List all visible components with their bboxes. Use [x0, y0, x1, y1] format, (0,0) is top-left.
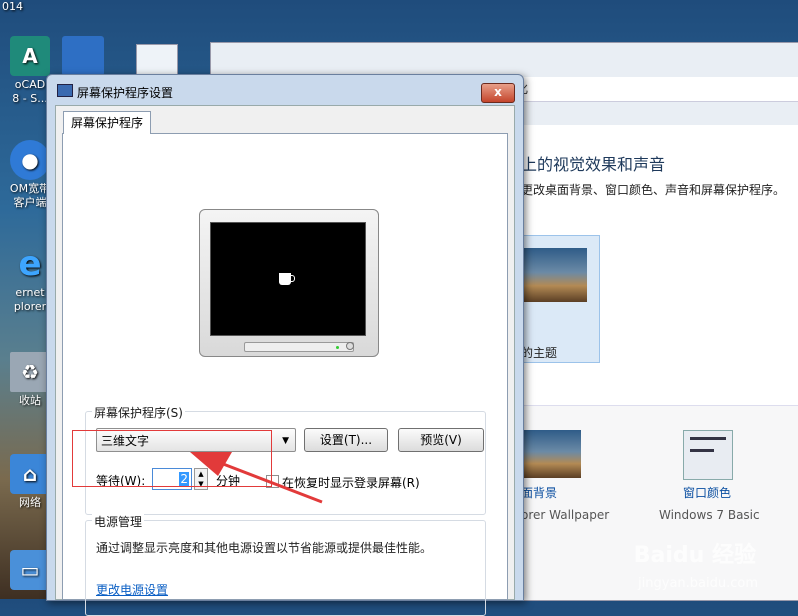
monitor-preview — [199, 209, 379, 357]
resume-logon-label[interactable]: 在恢复时显示登录屏幕(R) — [282, 474, 420, 491]
baidu-watermark: Baidu 经验 — [633, 543, 756, 568]
change-power-settings-link[interactable]: 更改电源设置 — [96, 581, 168, 598]
recycle-bin-icon: ♻ — [10, 352, 50, 392]
preview-screen — [210, 222, 366, 336]
network-icon: ⌂ — [10, 454, 50, 494]
tab-screen-saver[interactable]: 屏幕保护程序 — [63, 111, 152, 134]
internet-explorer-icon: e — [18, 244, 42, 284]
theme-label: 的主题 — [521, 346, 558, 360]
power-group-label: 电源管理 — [92, 513, 145, 530]
mug-icon — [279, 273, 295, 285]
shortcut-app-icon[interactable] — [62, 36, 104, 76]
desktop-background-value: orer Wallpaper — [521, 508, 610, 522]
annotation-highlight-box — [72, 430, 272, 487]
dialog-body: 屏幕保护程序 屏幕保护程序(S) 三维文字 ▼ 设置(T)... 预览(V) 等… — [55, 105, 515, 616]
window-color-thumbnail[interactable] — [683, 430, 733, 480]
baidu-watermark-url: jingyan.baidu.com — [638, 576, 758, 591]
page-heading: 上的视觉效果和声音 — [521, 155, 666, 174]
tab-panel: 屏幕保护程序(S) 三维文字 ▼ 设置(T)... 预览(V) 等待(W): 2… — [62, 133, 508, 616]
power-led-icon — [336, 346, 339, 349]
settings-button[interactable]: 设置(T)... — [304, 428, 388, 452]
window-color-value: Windows 7 Basic — [659, 508, 760, 522]
close-button[interactable]: x — [481, 83, 515, 103]
screen-saver-settings-dialog: 屏幕保护程序设置 x 屏幕保护程序 屏幕保护程序(S) 三维文字 ▼ 设置(T)… — [46, 74, 524, 616]
theme-thumbnail — [521, 248, 587, 302]
chevron-down-icon: ▼ — [282, 436, 289, 446]
desktop-background-link[interactable]: 面背景 — [521, 484, 557, 501]
power-knob-icon — [346, 342, 354, 350]
power-description: 通过调整显示亮度和其他电源设置以节省能源或提供最佳性能。 — [96, 541, 433, 555]
power-management-group: 电源管理 通过调整显示亮度和其他电源设置以节省能源或提供最佳性能。 更改电源设置 — [85, 513, 486, 616]
window-color-link[interactable]: 窗口颜色 — [683, 484, 731, 501]
bottom-options: 面背景 orer Wallpaper 窗口颜色 Windows 7 Basic — [521, 405, 798, 600]
desktop-background-thumbnail[interactable] — [521, 430, 581, 478]
theme-card[interactable]: 的主题 — [521, 235, 600, 363]
computer-icon: ▭ — [10, 550, 50, 590]
dialog-title: 屏幕保护程序设置 — [77, 86, 174, 100]
autocad-icon: A — [10, 36, 50, 76]
desktop-year-text: 014 — [2, 0, 23, 13]
broadband-client-icon: ● — [10, 140, 50, 180]
dialog-title-bar[interactable]: 屏幕保护程序设置 x — [47, 75, 523, 105]
document-shortcut-icon[interactable] — [136, 44, 178, 78]
personalization-content: 上的视觉效果和声音 更改桌面背景、窗口颜色、声音和屏幕保护程序。 的主题 面背景… — [521, 125, 798, 600]
page-subtitle: 更改桌面背景、窗口颜色、声音和屏幕保护程序。 — [521, 183, 786, 197]
screen-saver-icon — [57, 84, 73, 97]
preview-button[interactable]: 预览(V) — [398, 428, 484, 452]
screen-saver-group-label: 屏幕保护程序(S) — [92, 404, 185, 421]
